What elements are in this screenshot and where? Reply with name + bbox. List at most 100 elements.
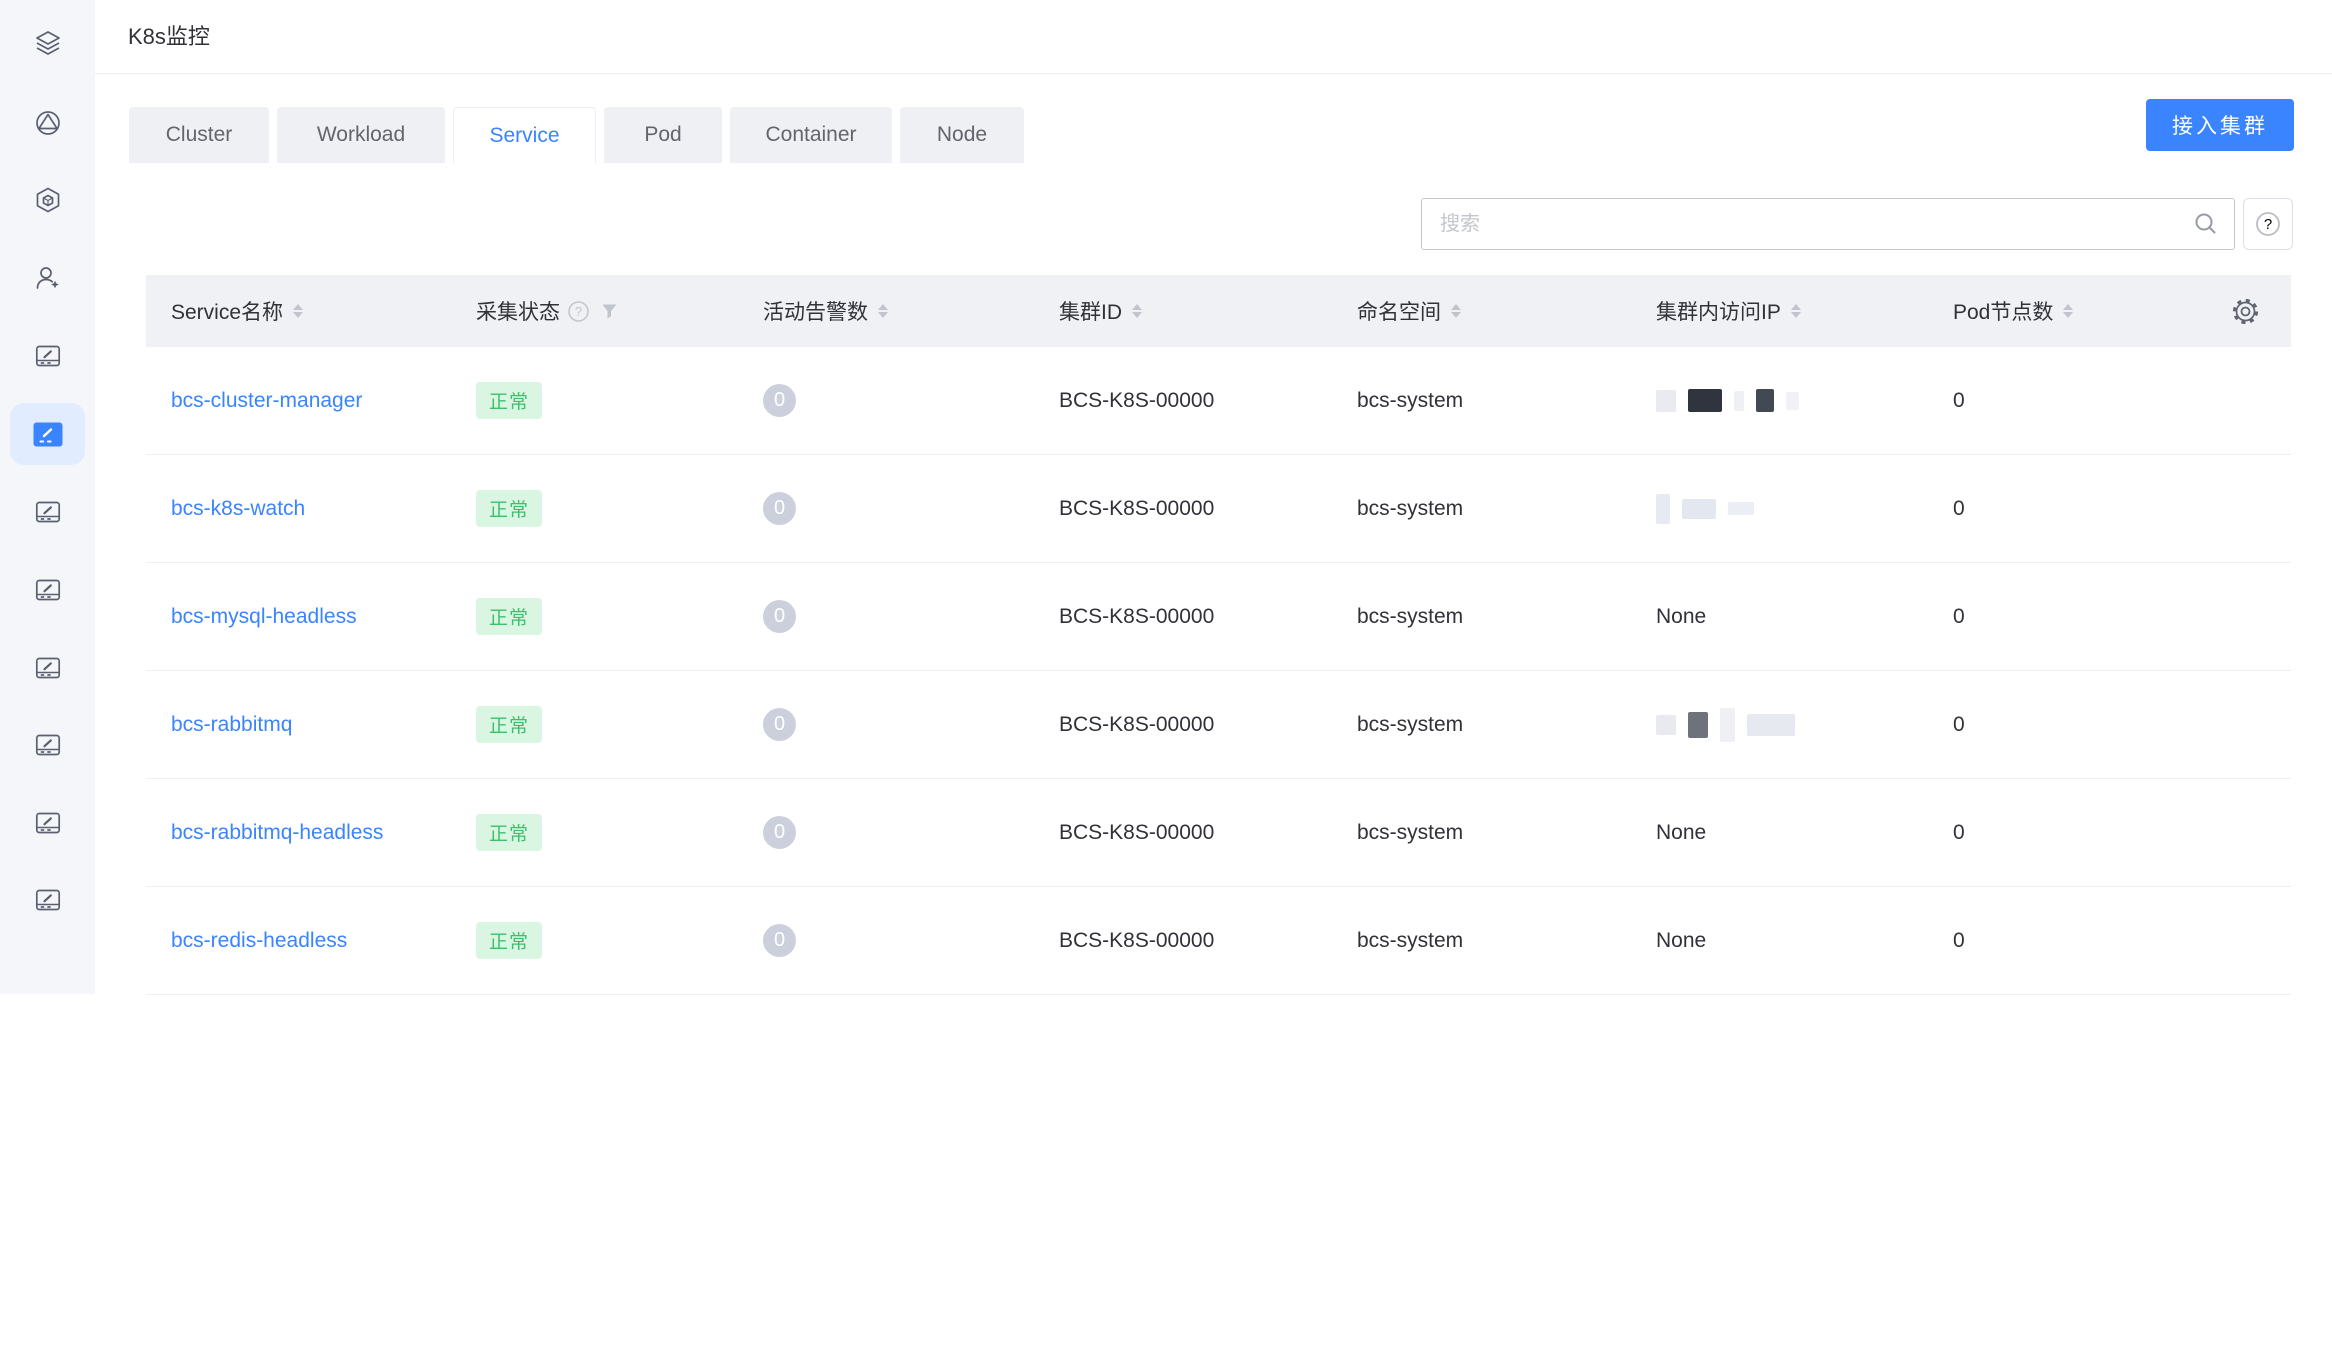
column-header-2: 采集状态? [451, 296, 738, 326]
tab-workload[interactable]: Workload [277, 107, 445, 163]
redacted-block [1682, 499, 1716, 519]
status-badge: 正常 [476, 706, 542, 743]
redacted-block [1688, 389, 1722, 412]
sidebar-item-7-dashboard[interactable] [10, 481, 85, 543]
table-header: Service名称 采集状态? 活动告警数 集群ID 命名空间集群内访问IP Pod节点数 [146, 275, 2291, 347]
sidebar-item-9-dashboard[interactable] [10, 637, 85, 699]
table-settings [2136, 296, 2291, 327]
table-row: bcs-redis-headless正常0BCS-K8S-00000bcs-sy… [146, 887, 2291, 995]
service-name-link[interactable]: bcs-mysql-headless [171, 605, 357, 629]
ip-cell: None [1631, 821, 1928, 845]
search-input[interactable] [1421, 198, 2235, 250]
sort-caret-icon[interactable] [2063, 304, 2073, 318]
page-title: K8s监控 [128, 0, 210, 73]
tab-label: Cluster [166, 123, 233, 147]
sidebar-item-4-user-star[interactable] [10, 247, 85, 309]
tab-node[interactable]: Node [900, 107, 1024, 163]
ip-value: None [1656, 605, 1706, 629]
dashboard-icon [34, 342, 62, 370]
pod-count-cell: 0 [1953, 497, 1965, 521]
sidebar-item-6-dashboard[interactable] [10, 403, 85, 465]
service-name-link[interactable]: bcs-rabbitmq-headless [171, 821, 383, 845]
ip-cell: None [1631, 929, 1928, 953]
tab-label: Container [765, 123, 856, 147]
dashboard-icon [33, 422, 63, 447]
gear-icon[interactable] [2230, 296, 2261, 327]
table-row: bcs-rabbitmq-headless正常0BCS-K8S-00000bcs… [146, 779, 2291, 887]
sidebar-item-2-globe[interactable] [10, 92, 85, 154]
sort-caret-icon[interactable] [1451, 304, 1461, 318]
ip-cell [1631, 494, 1928, 524]
connect-cluster-button[interactable]: 接入集群 [2146, 99, 2294, 151]
column-header-5[interactable]: 命名空间 [1332, 296, 1631, 326]
sidebar [0, 0, 95, 994]
cluster-id-cell: BCS-K8S-00000 [1059, 605, 1214, 629]
redacted-block [1656, 494, 1670, 524]
namespace-cell: bcs-system [1357, 389, 1463, 413]
svg-text:?: ? [2264, 216, 2272, 233]
ip-value: None [1656, 821, 1706, 845]
cluster-id-cell: BCS-K8S-00000 [1059, 713, 1214, 737]
sidebar-item-3-hexagon-cube[interactable] [10, 169, 85, 231]
tab-label: Workload [317, 123, 405, 147]
sort-caret-icon[interactable] [1791, 304, 1801, 318]
service-name-link[interactable]: bcs-k8s-watch [171, 497, 305, 521]
column-label: 采集状态 [476, 296, 560, 326]
sidebar-item-11-dashboard[interactable] [10, 792, 85, 854]
service-table: Service名称 采集状态? 活动告警数 集群ID 命名空间集群内访问IP Pod节点数… [146, 275, 2291, 995]
layers-icon [34, 29, 62, 57]
sort-caret-icon[interactable] [1132, 304, 1142, 318]
column-header-6[interactable]: 集群内访问IP [1631, 296, 1928, 326]
dashboard-icon [34, 576, 62, 604]
sidebar-item-8-dashboard[interactable] [10, 559, 85, 621]
status-badge: 正常 [476, 382, 542, 419]
help-circle-icon[interactable]: ? [566, 299, 591, 324]
sort-caret-icon[interactable] [293, 304, 303, 318]
namespace-cell: bcs-system [1357, 713, 1463, 737]
cluster-id-cell: BCS-K8S-00000 [1059, 497, 1214, 521]
column-label: 集群ID [1059, 296, 1122, 326]
search-icon [2193, 211, 2219, 237]
sidebar-item-5-dashboard[interactable] [10, 325, 85, 387]
tab-service[interactable]: Service [453, 107, 596, 163]
redacted-block [1656, 715, 1676, 735]
app-root: K8s监控 Cluster Workload ServicePod Container… [0, 0, 2332, 1358]
dashboard-icon [34, 886, 62, 914]
alert-count-badge: 0 [763, 492, 796, 525]
filter-funnel-icon[interactable] [601, 303, 618, 320]
sidebar-item-12-dashboard[interactable] [10, 869, 85, 931]
column-label: Pod节点数 [1953, 296, 2053, 326]
column-header-3[interactable]: 活动告警数 [738, 296, 1034, 326]
tab-pod[interactable]: Pod [604, 107, 722, 163]
service-name-link[interactable]: bcs-rabbitmq [171, 713, 292, 737]
column-label: Service名称 [171, 296, 283, 326]
alert-count-badge: 0 [763, 384, 796, 417]
cluster-id-cell: BCS-K8S-00000 [1059, 821, 1214, 845]
sort-caret-icon[interactable] [878, 304, 888, 318]
column-header-4[interactable]: 集群ID [1034, 296, 1332, 326]
dashboard-icon [34, 654, 62, 682]
help-button[interactable]: ? [2243, 198, 2293, 250]
redacted-block [1734, 391, 1744, 411]
redacted-block [1756, 389, 1774, 412]
column-header-1[interactable]: Service名称 [146, 296, 451, 326]
sidebar-item-1-layers[interactable] [10, 12, 85, 74]
status-badge: 正常 [476, 490, 542, 527]
tab-container[interactable]: Container [730, 107, 892, 163]
table-body: bcs-cluster-manager 正常 0 BCS-K8S-00000 bcs-s… [146, 347, 2291, 995]
tab-cluster[interactable]: Cluster [129, 107, 269, 163]
tab-bar: Cluster Workload ServicePod Container Node [129, 107, 1024, 164]
service-name-link[interactable]: bcs-redis-headless [171, 929, 347, 953]
sidebar-item-10-dashboard[interactable] [10, 714, 85, 776]
service-name-link[interactable]: bcs-cluster-manager [171, 389, 362, 413]
ip-value: None [1656, 929, 1706, 953]
status-badge: 正常 [476, 922, 542, 959]
alert-count-badge: 0 [763, 600, 796, 633]
redacted-block [1728, 502, 1754, 515]
dashboard-icon [34, 498, 62, 526]
hexagon-cube-icon [34, 186, 62, 214]
pod-count-cell: 0 [1953, 605, 1965, 629]
column-label: 活动告警数 [763, 296, 868, 326]
alert-count-badge: 0 [763, 924, 796, 957]
column-header-7[interactable]: Pod节点数 [1928, 296, 2136, 326]
